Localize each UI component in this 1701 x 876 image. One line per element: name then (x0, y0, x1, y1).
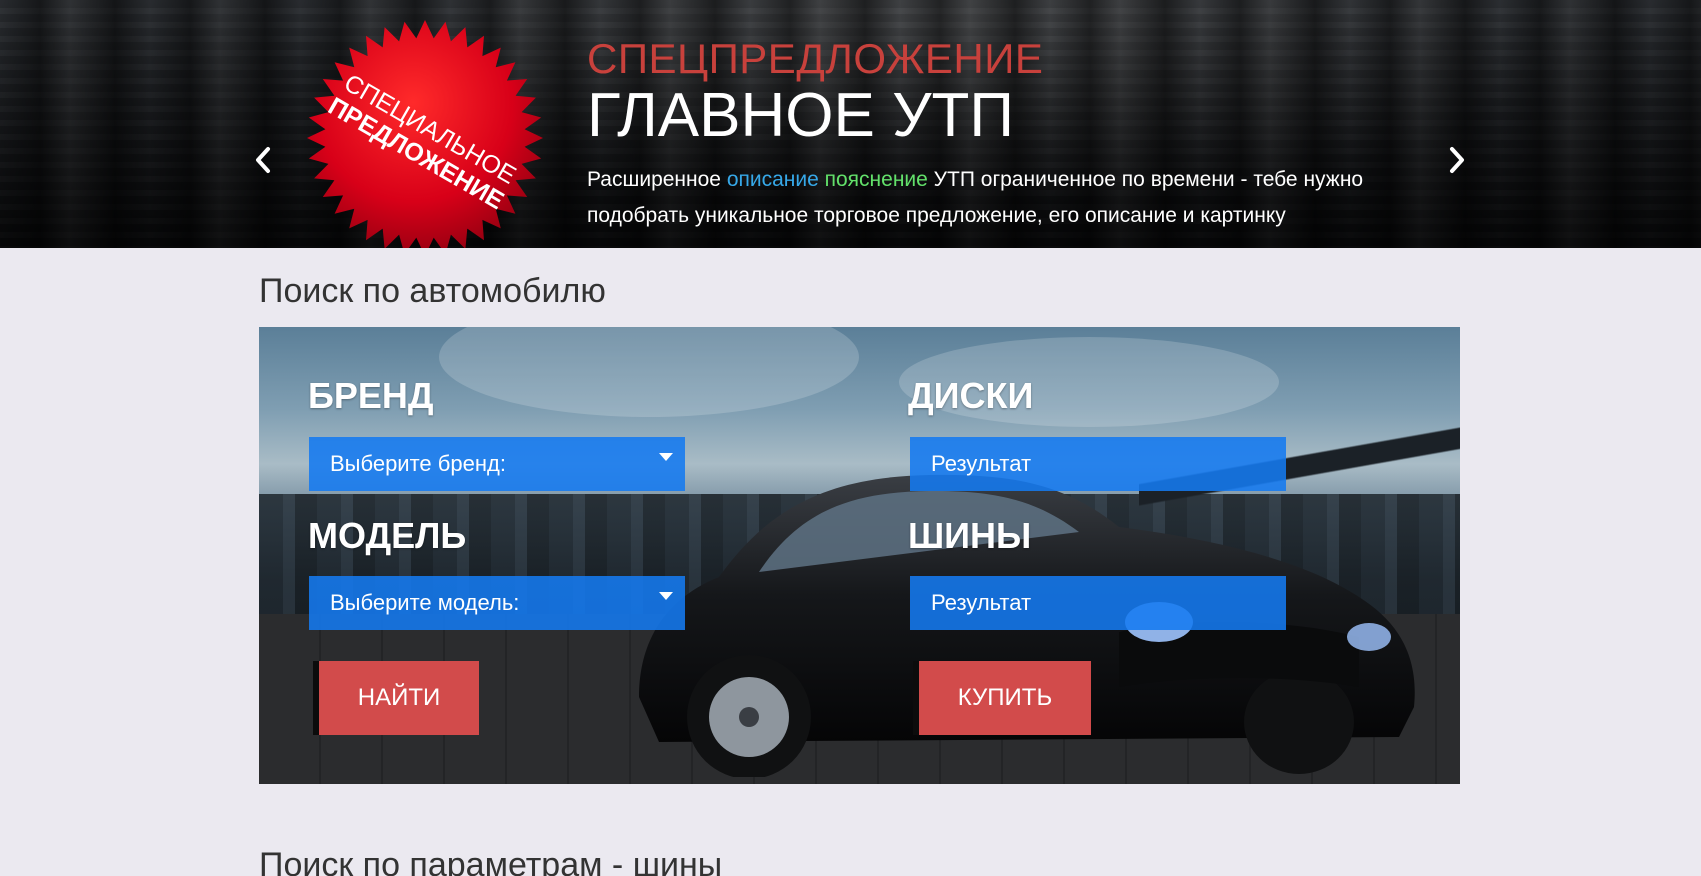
hero-description: Расширенное описание пояснение УТП огран… (587, 168, 1364, 227)
desc-highlight-green: пояснение (824, 168, 928, 191)
disks-result-value: Результат (931, 451, 1032, 476)
disks-label: ДИСКИ (908, 375, 1034, 416)
disks-result-field: Результат (910, 437, 1286, 491)
find-button[interactable]: НАЙТИ (319, 661, 479, 735)
hero-kicker: СПЕЦПРЕДЛОЖЕНИЕ (587, 35, 1044, 82)
model-select-value: Выберите модель: (330, 590, 520, 615)
hero-text-block: СПЕЦПРЕДЛОЖЕНИЕ ГЛАВНОЕ УТП Расширенное … (587, 34, 1447, 234)
model-label: МОДЕЛЬ (308, 515, 467, 556)
chevron-left-icon (256, 147, 270, 173)
tires-result-value: Результат (931, 590, 1032, 615)
hero-title: ГЛАВНОЕ УТП (587, 81, 1014, 150)
chevron-right-icon (1450, 147, 1464, 173)
caret-down-icon (659, 453, 673, 461)
tires-label: ШИНЫ (908, 515, 1032, 556)
buy-button[interactable]: КУПИТЬ (919, 661, 1091, 735)
slider-prev-button[interactable] (246, 140, 280, 180)
tires-result-field: Результат (910, 576, 1286, 630)
desc-highlight-blue: описание (726, 168, 819, 191)
car-search-title: Поиск по автомобилю (259, 272, 606, 310)
brand-select-value: Выберите бренд: (330, 451, 506, 476)
hero-banner: СПЕЦИАЛЬНОЕ ПРЕДЛОЖЕНИЕ СПЕЦПРЕДЛОЖЕНИЕ … (0, 0, 1701, 248)
slider-next-button[interactable] (1440, 140, 1474, 180)
caret-down-icon (659, 592, 673, 600)
model-select[interactable]: Выберите модель: (309, 576, 685, 630)
special-offer-badge: СПЕЦИАЛЬНОЕ ПРЕДЛОЖЕНИЕ (300, 18, 550, 248)
brand-label: БРЕНД (308, 375, 434, 416)
params-search-title: Поиск по параметрам - шины (259, 846, 723, 876)
car-search-panel: БРЕНД Выберите бренд: МОДЕЛЬ Выберите мо… (259, 327, 1460, 784)
brand-select[interactable]: Выберите бренд: (309, 437, 685, 491)
